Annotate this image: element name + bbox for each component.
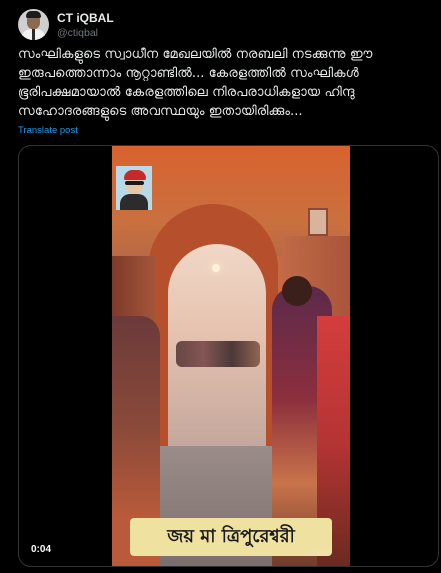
video-watermark: InShOt xyxy=(308,550,330,557)
crowd-in-corridor xyxy=(176,341,260,367)
video-caption-banner: জয় মা ত্রিপুরেশ্বরী xyxy=(130,518,332,556)
post-media-video[interactable]: জয় মা ত্রিপুরেশ্বরী InShOt 0:04 xyxy=(18,145,439,567)
post-text: സംഘികളുടെ സ്വാധീന മേഖലയിൽ നരബലി നടക്കുന്… xyxy=(18,47,373,119)
overlay-avatar-body xyxy=(120,194,148,210)
avatar-tie xyxy=(32,29,35,40)
overlay-avatar-cap xyxy=(124,170,146,180)
post: CT iQBAL @ctiqbal സംഘികളുടെ സ്വാധീന മേഖല… xyxy=(0,0,441,573)
hanging-lamp xyxy=(212,264,220,272)
person-right-head xyxy=(282,276,312,306)
wall-sign xyxy=(308,208,328,236)
author-avatar[interactable] xyxy=(18,9,49,40)
author-handle[interactable]: @ctiqbal xyxy=(57,27,98,39)
video-timestamp: 0:04 xyxy=(31,544,52,555)
overlay-avatar-glasses xyxy=(125,181,144,185)
author-display-name[interactable]: CT iQBAL xyxy=(57,11,114,25)
translate-post-link[interactable]: Translate post xyxy=(18,125,78,136)
video-frame[interactable]: জয় মা ত্রিপুরেশ্বরী InShOt xyxy=(112,146,350,566)
cartoon-avatar-overlay xyxy=(116,166,152,210)
avatar-hair xyxy=(26,11,41,18)
